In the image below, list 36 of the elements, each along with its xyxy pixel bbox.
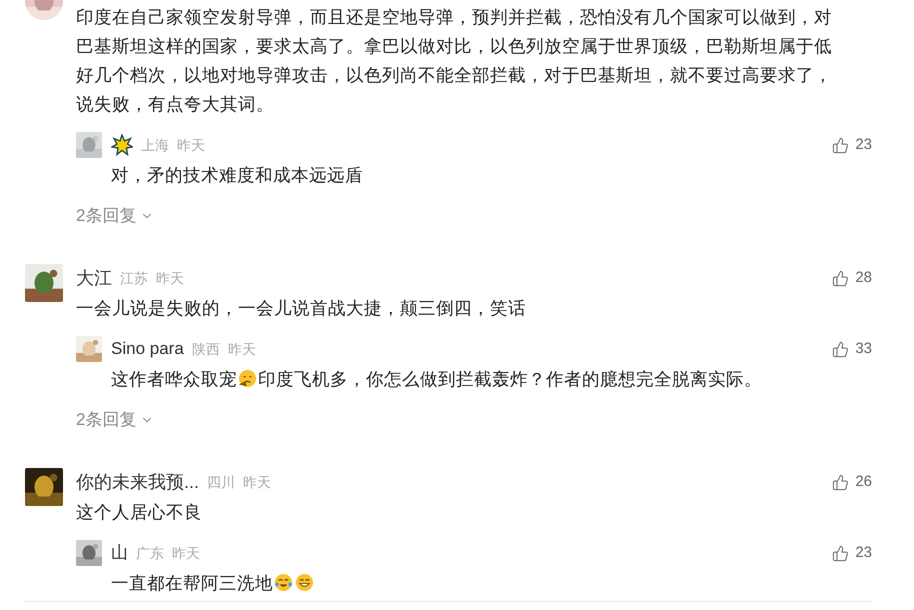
location: 上海 <box>141 136 169 154</box>
crying-laugh-emoji-icon <box>274 573 293 592</box>
time: 昨天 <box>228 340 256 358</box>
location: 四川 <box>207 472 236 492</box>
time: 昨天 <box>243 472 272 492</box>
like-button[interactable]: 23 <box>832 542 872 564</box>
like-button[interactable]: 33 <box>832 338 872 360</box>
time: 昨天 <box>177 136 205 154</box>
location: 江苏 <box>120 268 148 288</box>
comment-text: 这个人居心不良 <box>76 501 203 524</box>
thinking-emoji-icon <box>238 369 257 388</box>
thumbs-up-icon <box>832 340 850 358</box>
more-replies-button[interactable]: 2条回复 <box>76 202 154 230</box>
grin-emoji-icon <box>295 573 314 592</box>
like-button[interactable]: 26 <box>832 470 872 494</box>
more-replies-button[interactable]: 2条回复 <box>76 406 154 434</box>
username[interactable]: 大江 <box>76 264 112 292</box>
comment-text: 对，矛的技术难度和成本远远盾 <box>111 164 364 187</box>
comment-text: 一直都在帮阿三洗地 <box>111 569 914 598</box>
time: 昨天 <box>172 544 200 562</box>
username[interactable]: 你的未来我预... <box>76 468 200 496</box>
username[interactable]: Sino para <box>111 336 184 362</box>
like-button[interactable]: 28 <box>832 266 872 290</box>
thumbs-up-icon <box>832 136 850 154</box>
comment-text: 印度在自己家领空发射导弹，而且还是空地导弹，预判并拦截，恐怕没有几个国家可以做到，对巴基斯坦这样的国家，要求太高了。拿巴以做对比，以色列放空属于世界顶级，巴勒斯坦属于低好几个档次，以地对地导弹攻击，以色列尚不能全部拦截，对于巴基斯坦，就不要过高要求了，说失败，有点夸大其词。 <box>76 6 833 116</box>
location: 陕西 <box>192 340 220 358</box>
thumbs-up-icon <box>832 270 850 286</box>
username[interactable]: 山 <box>111 540 128 566</box>
starburst-icon <box>111 134 133 156</box>
thumbs-up-icon <box>832 544 850 562</box>
like-button[interactable]: 23 <box>832 134 872 156</box>
comment-text: 这作者哗众取宠 印度飞机多，你怎么做到拦截轰炸？作者的臆想完全脱离实际。 <box>111 368 763 391</box>
location: 广东 <box>136 544 164 562</box>
time: 昨天 <box>156 268 184 288</box>
comment-text: 一会儿说是失败的，一会儿说首战大捷，颠三倒四，笑话 <box>76 297 527 320</box>
thumbs-up-icon <box>832 474 850 490</box>
